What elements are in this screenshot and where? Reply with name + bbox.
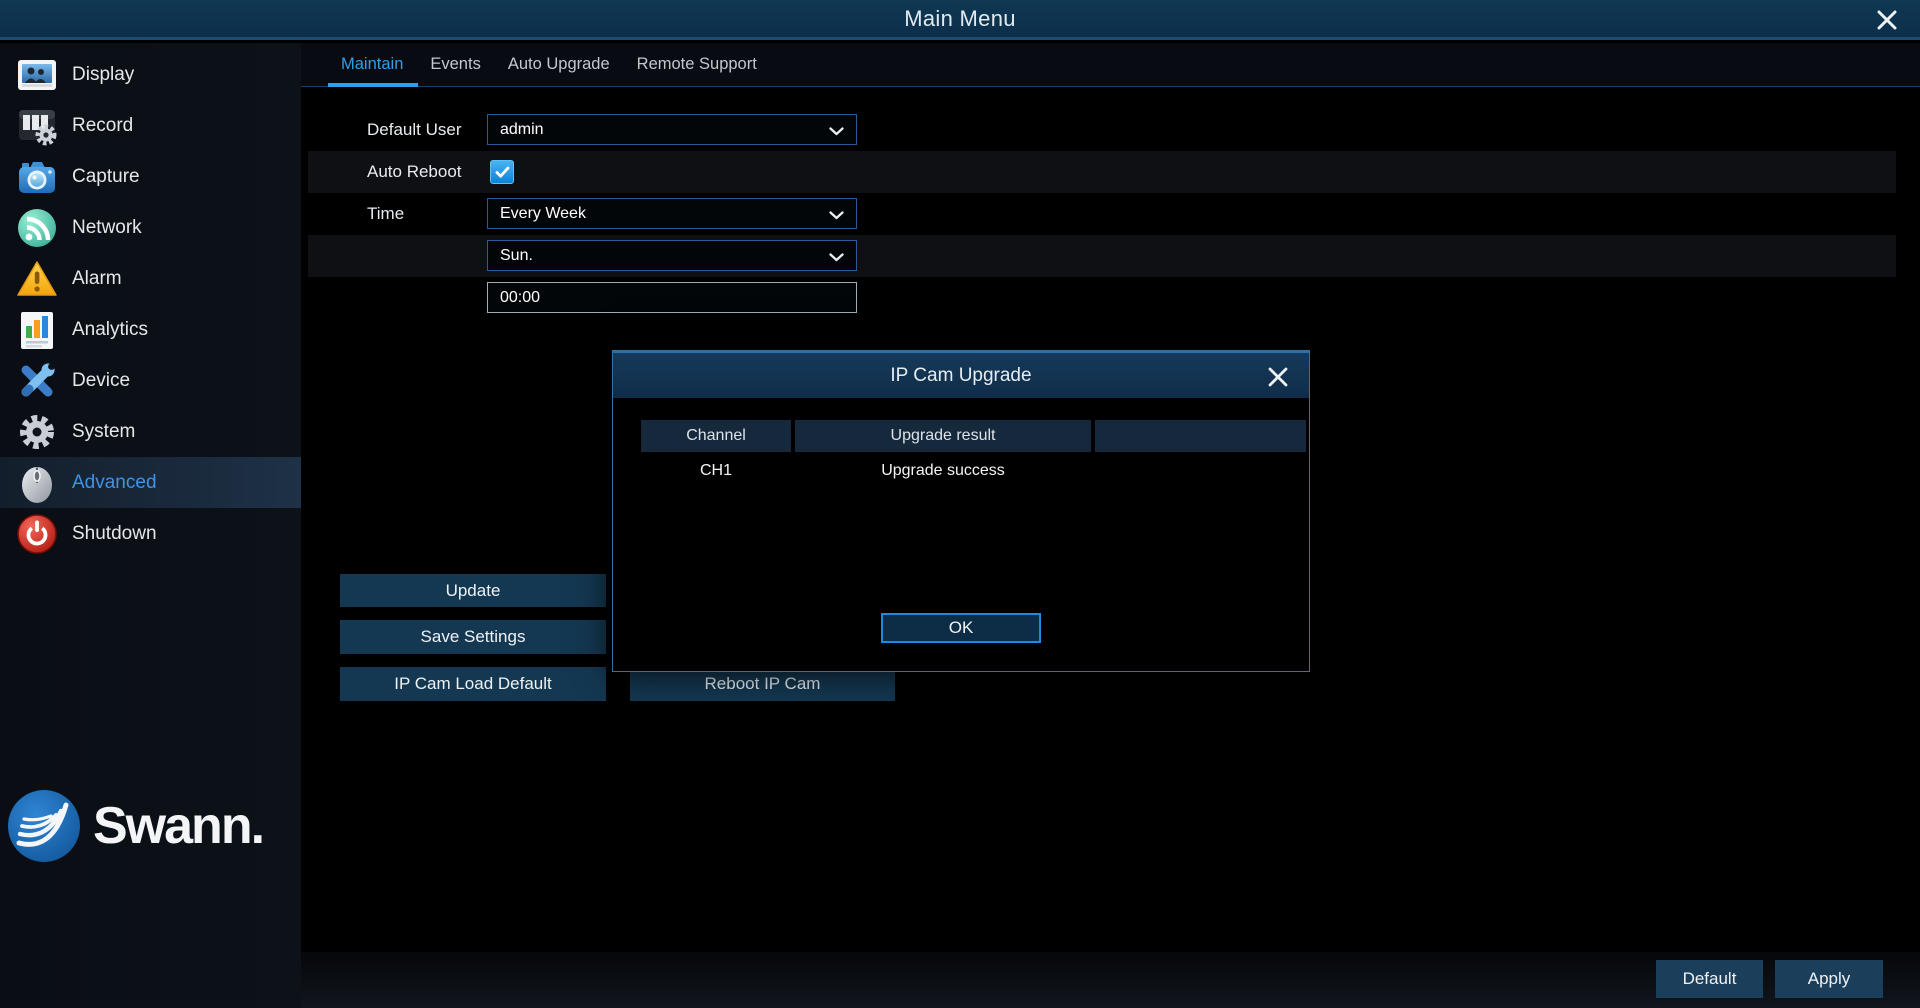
default-user-value: admin bbox=[500, 121, 544, 139]
alarm-icon bbox=[15, 257, 59, 301]
sidebar-item-display[interactable]: Display bbox=[0, 49, 301, 100]
cell-empty bbox=[1095, 456, 1306, 486]
update-button[interactable]: Update bbox=[340, 574, 606, 607]
checkmark-icon bbox=[495, 166, 510, 179]
sidebar-item-capture[interactable]: Capture bbox=[0, 151, 301, 202]
ipcam-upgrade-dialog: IP Cam Upgrade Channel Upgrade result CH… bbox=[612, 350, 1310, 672]
system-icon bbox=[15, 410, 59, 454]
column-header-upgrade-result: Upgrade result bbox=[795, 420, 1091, 452]
row-clock bbox=[308, 277, 1896, 319]
time-label: Time bbox=[367, 193, 404, 235]
apply-button-label: Apply bbox=[1808, 969, 1851, 989]
sidebar-item-label: Analytics bbox=[72, 319, 148, 341]
upgrade-result-table: Channel Upgrade result CH1 Upgrade succe… bbox=[641, 420, 1306, 486]
swann-logo-text: Swann. bbox=[93, 796, 263, 856]
dialog-title: IP Cam Upgrade bbox=[890, 365, 1031, 387]
sidebar-item-label: Network bbox=[72, 217, 142, 239]
table-header-row: Channel Upgrade result bbox=[641, 420, 1306, 452]
column-header-channel: Channel bbox=[641, 420, 791, 452]
auto-reboot-label: Auto Reboot bbox=[367, 151, 462, 193]
day-select[interactable]: Sun. bbox=[487, 240, 857, 271]
capture-icon bbox=[15, 155, 59, 199]
tabbar: Maintain Events Auto Upgrade Remote Supp… bbox=[301, 43, 1920, 87]
sidebar-item-label: Display bbox=[72, 64, 134, 86]
shutdown-icon bbox=[15, 512, 59, 556]
device-icon bbox=[15, 359, 59, 403]
row-default-user: Default User admin bbox=[308, 109, 1896, 151]
dialog-close-button[interactable] bbox=[1263, 363, 1293, 391]
tab-label: Maintain bbox=[341, 55, 403, 74]
sidebar-item-system[interactable]: System bbox=[0, 406, 301, 457]
table-row: CH1 Upgrade success bbox=[641, 456, 1306, 486]
ok-button-label: OK bbox=[949, 618, 974, 638]
clock-time-input-wrap bbox=[487, 282, 857, 313]
sidebar-item-label: Device bbox=[72, 370, 130, 392]
close-icon bbox=[1874, 7, 1900, 33]
advanced-icon bbox=[15, 461, 59, 505]
sidebar-item-label: System bbox=[72, 421, 135, 443]
sidebar-item-record[interactable]: Record bbox=[0, 100, 301, 151]
apply-button[interactable]: Apply bbox=[1775, 960, 1883, 998]
sidebar-item-label: Advanced bbox=[72, 472, 157, 494]
time-frequency-value: Every Week bbox=[500, 205, 586, 223]
tab-label: Auto Upgrade bbox=[508, 55, 610, 74]
sidebar-item-network[interactable]: Network bbox=[0, 202, 301, 253]
default-user-select[interactable]: admin bbox=[487, 114, 857, 145]
tab-label: Remote Support bbox=[637, 55, 757, 74]
sidebar-item-advanced[interactable]: Advanced bbox=[0, 457, 301, 508]
default-button-label: Default bbox=[1683, 969, 1737, 989]
sidebar-item-label: Record bbox=[72, 115, 133, 137]
row-time: Time Every Week bbox=[308, 193, 1896, 235]
tab-events[interactable]: Events bbox=[430, 43, 480, 87]
display-icon bbox=[15, 53, 59, 97]
sidebar-item-shutdown[interactable]: Shutdown bbox=[0, 508, 301, 559]
cell-upgrade-result: Upgrade success bbox=[795, 456, 1091, 486]
column-header-empty bbox=[1095, 420, 1306, 452]
sidebar-item-device[interactable]: Device bbox=[0, 355, 301, 406]
sidebar-item-label: Alarm bbox=[72, 268, 122, 290]
record-icon bbox=[15, 104, 59, 148]
sidebar-item-label: Capture bbox=[72, 166, 140, 188]
titlebar: Main Menu bbox=[0, 0, 1920, 40]
window-close-button[interactable] bbox=[1870, 5, 1904, 35]
network-icon bbox=[15, 206, 59, 250]
update-button-label: Update bbox=[446, 581, 501, 601]
analytics-icon bbox=[15, 308, 59, 352]
close-icon bbox=[1266, 365, 1290, 389]
sidebar-item-analytics[interactable]: Analytics bbox=[0, 304, 301, 355]
row-day: Sun. bbox=[308, 235, 1896, 277]
time-frequency-select[interactable]: Every Week bbox=[487, 198, 857, 229]
reboot-ipcam-button[interactable]: Reboot IP Cam bbox=[630, 667, 895, 701]
ipcam-load-default-button[interactable]: IP Cam Load Default bbox=[340, 667, 606, 701]
reboot-ipcam-label: Reboot IP Cam bbox=[705, 674, 821, 694]
swann-logo-mark bbox=[6, 788, 82, 864]
day-value: Sun. bbox=[500, 247, 533, 265]
sidebar-item-alarm[interactable]: Alarm bbox=[0, 253, 301, 304]
save-settings-button-label: Save Settings bbox=[421, 627, 526, 647]
default-user-label: Default User bbox=[367, 109, 461, 151]
auto-reboot-checkbox[interactable] bbox=[490, 160, 514, 184]
main-menu-window: Main Menu Display bbox=[0, 0, 1920, 1008]
tab-label: Events bbox=[430, 55, 480, 74]
row-auto-reboot: Auto Reboot bbox=[308, 151, 1896, 193]
chevron-down-icon bbox=[829, 211, 844, 220]
ipcam-load-default-label: IP Cam Load Default bbox=[394, 674, 552, 694]
default-button[interactable]: Default bbox=[1656, 960, 1763, 998]
ipcam-upgrade-dialog-header: IP Cam Upgrade bbox=[613, 351, 1309, 398]
cell-channel: CH1 bbox=[641, 456, 791, 486]
chevron-down-icon bbox=[829, 127, 844, 136]
footer-bar: Default Apply bbox=[301, 952, 1920, 1008]
tab-auto-upgrade[interactable]: Auto Upgrade bbox=[508, 43, 610, 87]
swann-logo: Swann. bbox=[6, 788, 263, 864]
sidebar: Display Record bbox=[0, 43, 301, 1008]
ok-button[interactable]: OK bbox=[881, 613, 1041, 643]
tab-remote-support[interactable]: Remote Support bbox=[637, 43, 757, 87]
save-settings-button[interactable]: Save Settings bbox=[340, 620, 606, 654]
sidebar-item-label: Shutdown bbox=[72, 523, 157, 545]
tab-maintain[interactable]: Maintain bbox=[341, 43, 403, 87]
clock-time-input[interactable] bbox=[500, 289, 856, 307]
chevron-down-icon bbox=[829, 253, 844, 262]
window-title: Main Menu bbox=[904, 6, 1016, 32]
